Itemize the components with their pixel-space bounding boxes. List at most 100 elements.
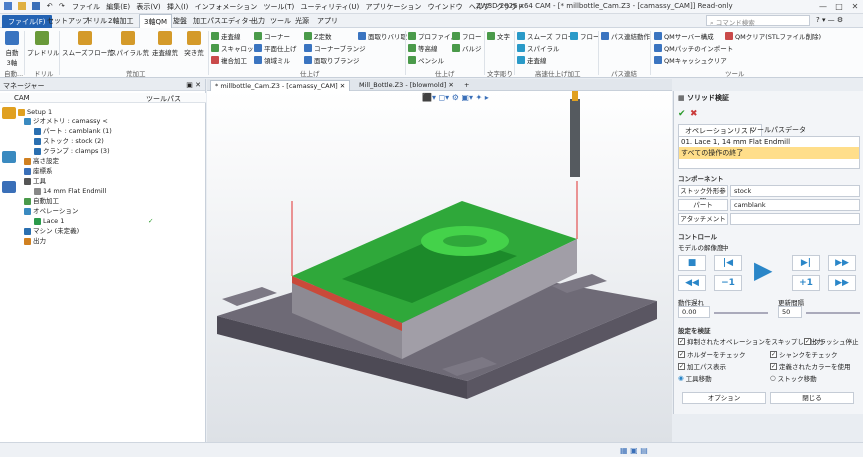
open-file-icon[interactable] <box>18 2 27 10</box>
auto-3axis-button[interactable]: 自動 3軸 <box>3 31 21 67</box>
user-icon[interactable] <box>2 181 16 193</box>
corner-button[interactable]: コーナー <box>254 31 290 41</box>
forward-button[interactable]: ▶▶ <box>828 255 856 271</box>
predrill-button[interactable]: プレドリル <box>27 31 60 57</box>
qm-server-config-button[interactable]: QMサーバー構成 <box>654 31 714 41</box>
confirm-check-icon[interactable]: ✔ <box>678 109 686 119</box>
menu-window[interactable]: ウインドウ <box>428 3 463 11</box>
cancel-x-icon[interactable]: ✖ <box>690 109 698 119</box>
z-constant-button[interactable]: Z定数 <box>304 31 331 41</box>
spiral-rough-button[interactable]: スパイラル荒 <box>110 31 149 57</box>
stock-move-radio[interactable]: ○ ストック移動 <box>770 373 817 383</box>
part-view-icon[interactable] <box>2 151 16 163</box>
command-search-input[interactable]: ⌕ コマンド検索 <box>706 15 810 27</box>
skip-suppressed-checkbox[interactable]: ✓ 抑制されたオペレーションをスキップして出力 <box>678 336 823 346</box>
undo-icon[interactable]: ↶ <box>47 2 53 10</box>
stock-ref-button[interactable]: ストック外形参照 <box>678 185 728 205</box>
profile-button[interactable]: プロファイル <box>408 31 457 41</box>
view-toolbar[interactable]: ⬛▾ ◻▾ ⚙ ▣▾ ✦ ▸ <box>422 93 489 102</box>
smooth-flow-rough-button[interactable]: スムーズフロー荒 <box>62 31 114 57</box>
redo-icon[interactable]: ↷ <box>59 2 65 10</box>
check-holder-checkbox[interactable]: ✓ ホルダーをチェック <box>678 349 746 359</box>
check-shank-checkbox[interactable]: ✓ シャンクをチェック <box>770 349 838 359</box>
bulge-button[interactable]: バルジ <box>452 43 482 53</box>
tree-item-tools[interactable]: 工具 <box>24 176 46 186</box>
doc-tab-mill-bottle[interactable]: Mill_Bottle.Z3 - [blowmold] ✕ <box>355 80 458 90</box>
cam-manager-icon[interactable] <box>2 107 16 119</box>
tree-item-coordinate-system[interactable]: 座標系 <box>24 166 53 176</box>
pencil-button[interactable]: ペンシル <box>408 55 444 65</box>
scanline-button[interactable]: 走査線 <box>211 31 241 41</box>
close-icon[interactable]: ✕ <box>847 1 863 12</box>
crash-stop-checkbox[interactable]: ✓ クラッシュ停止 <box>804 336 859 346</box>
hs-flow-button[interactable]: フロー <box>570 31 600 41</box>
tab-3axis-qm[interactable]: 3軸QM <box>139 14 173 29</box>
tree-item-output[interactable]: 出力 <box>24 236 46 246</box>
spiral-button[interactable]: スパイラル <box>517 43 560 53</box>
show-toolpath-checkbox[interactable]: ✓ 加工パス表示 <box>678 361 726 371</box>
close-icon[interactable]: ✕ <box>448 81 453 89</box>
qm-patch-import-button[interactable]: QMパッチのインポート <box>654 43 733 53</box>
menu-file[interactable]: ファイル <box>72 3 100 11</box>
operation-list-item[interactable]: 01. Lace 1, 14 mm Flat Endmill <box>679 137 859 147</box>
options-button[interactable]: オプション <box>682 392 766 404</box>
play-icon[interactable]: ▶ <box>754 253 784 287</box>
rewind-button[interactable]: |◀ <box>714 255 742 271</box>
text-engrave-button[interactable]: 文字 <box>487 31 510 41</box>
new-file-icon[interactable] <box>4 2 12 10</box>
step-back-fast-button[interactable]: ◀◀ <box>678 275 706 291</box>
tree-item-lace1[interactable]: Lace 1 <box>34 216 64 226</box>
tab-apps[interactable]: アプリ <box>317 16 338 26</box>
help-icon[interactable]: ? ▾ — ⚙ <box>816 16 843 24</box>
tree-item-auto-machining[interactable]: 自動加工 <box>24 196 59 206</box>
step-plus-button[interactable]: +1 <box>792 275 820 291</box>
tab-light[interactable]: 光源 <box>295 16 309 26</box>
smooth-flow-button[interactable]: スムーズ フロー <box>517 31 574 41</box>
use-defined-color-checkbox[interactable]: ✓ 定義されたカラーを使用 <box>770 361 851 371</box>
status-view-icons[interactable]: ▦ ▣ ▤ <box>620 446 648 455</box>
tree-item-operations[interactable]: オペレーション <box>24 206 78 216</box>
step-forward-fast-button[interactable]: ▶▶ <box>828 275 856 291</box>
delay-slider[interactable] <box>714 312 768 314</box>
contour-button[interactable]: 等高線 <box>408 43 438 53</box>
combined-machining-button[interactable]: 複合加工 <box>211 55 247 65</box>
attachment-field[interactable] <box>730 213 860 225</box>
menu-information[interactable]: インフォメーション <box>195 3 258 11</box>
part-field[interactable]: camblank <box>730 199 860 211</box>
add-tab-icon[interactable]: + <box>460 80 473 90</box>
tree-item-stock[interactable]: ストック : stock (2) <box>34 136 104 146</box>
menu-tools[interactable]: ツール(T) <box>264 3 295 11</box>
scan-button[interactable]: 走査線 <box>517 55 547 65</box>
qm-clear-stl-button[interactable]: QMクリア(STLファイル削除) <box>725 31 821 41</box>
tab-setup[interactable]: セットアップ <box>47 16 89 26</box>
tool-move-radio[interactable]: ◉ 工具移動 <box>678 373 712 383</box>
tree-item-height-settings[interactable]: 高さ設定 <box>24 156 59 166</box>
tree-item-part[interactable]: パート : camblank (1) <box>34 126 112 136</box>
close-button[interactable]: 閉じる <box>770 392 854 404</box>
tab-output[interactable]: 出力 <box>251 16 265 26</box>
scan-rough-button[interactable]: 走査線荒 <box>149 31 181 57</box>
attachment-button[interactable]: アタッチメント <box>678 213 728 225</box>
chamfer-plunge-button[interactable]: 面取りブランジ <box>304 55 360 65</box>
planar-finish-button[interactable]: 平面仕上げ <box>254 43 297 53</box>
qm-cache-clear-button[interactable]: QMキャッシュクリア <box>654 55 727 65</box>
maximize-icon[interactable]: □ <box>831 1 847 12</box>
3d-viewport[interactable]: ⬛▾ ◻▾ ⚙ ▣▾ ✦ ▸ <box>207 91 672 442</box>
forward-end-button[interactable]: ▶| <box>792 255 820 271</box>
close-icon[interactable]: ✕ <box>340 82 345 90</box>
area-mill-button[interactable]: 領域ミル <box>254 55 290 65</box>
doc-tab-millbottle-cam[interactable]: * millbottle_Cam.Z3 - [camassy_CAM] ✕ <box>210 80 351 91</box>
corner-plunge-button[interactable]: コーナーブランジ <box>304 43 366 53</box>
tree-item-endmill[interactable]: 14 mm Flat Endmill <box>34 186 106 196</box>
flow-button[interactable]: フロー <box>452 31 482 41</box>
menu-view[interactable]: 表示(V) <box>136 3 160 11</box>
save-icon[interactable] <box>32 2 41 10</box>
part-button[interactable]: パート <box>678 199 728 211</box>
step-minus-button[interactable]: −1 <box>714 275 742 291</box>
tab-file[interactable]: ファイル(F) <box>2 15 52 29</box>
tab-toolpath-data[interactable]: ツールパスデータ <box>744 124 812 136</box>
tab-tools[interactable]: ツール <box>270 16 291 26</box>
tab-toolpath-editor[interactable]: 加工パスエディター <box>193 16 256 26</box>
operation-list-item-end[interactable]: すべての操作の終了 <box>679 147 859 159</box>
link-motion-button[interactable]: パス連結動作 <box>601 31 650 41</box>
